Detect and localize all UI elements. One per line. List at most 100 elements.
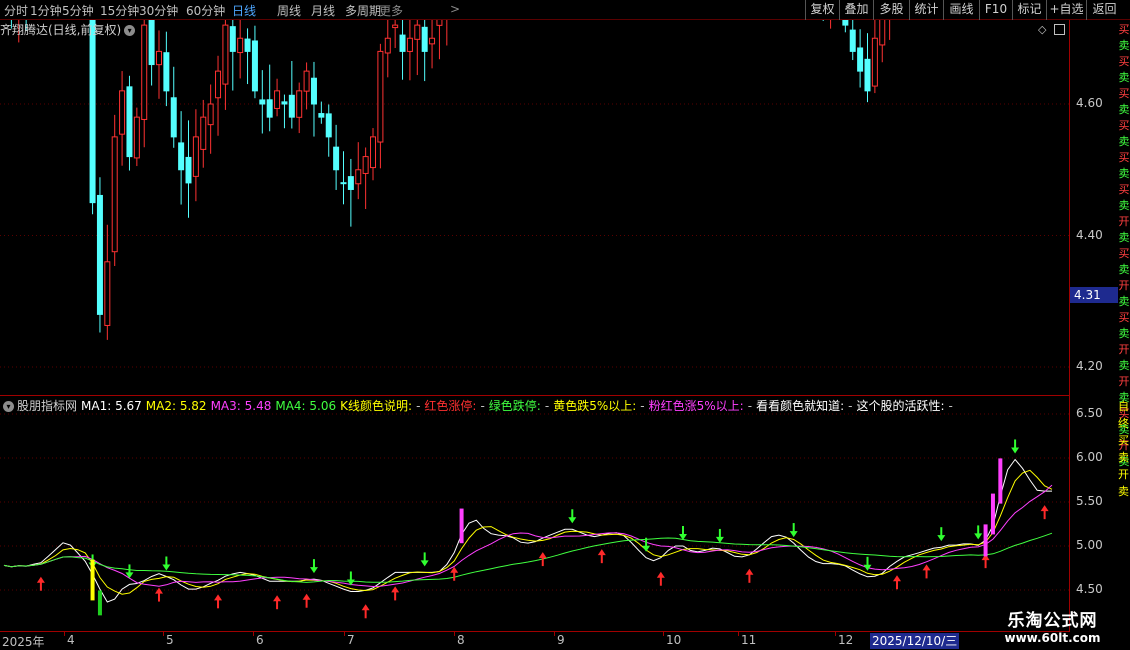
toolbar-button-2[interactable]: 多股 <box>873 0 909 20</box>
indicator-bg <box>0 396 1070 631</box>
candle-body <box>237 37 244 54</box>
period-tab-3[interactable]: 15分钟 <box>100 2 139 19</box>
indicator-item: MA2: 5.82 <box>145 399 207 413</box>
indicator-legend: ▾ 股朋指标网 MA1: 5.67 MA2: 5.82 MA3: 5.48 MA4: 5.… <box>0 397 953 415</box>
candle-body <box>244 38 251 52</box>
chevron-right-icon[interactable]: > <box>450 2 460 16</box>
toolbar-button-0[interactable]: 复权 <box>805 0 839 20</box>
candle-body <box>318 113 325 118</box>
signal-char: 卖 <box>1118 135 1130 148</box>
signal-char: 买 <box>1118 183 1130 196</box>
price-cursor-label: 4.31 <box>1070 286 1118 303</box>
limit-bar <box>998 458 1003 504</box>
candle <box>126 75 133 171</box>
indicator-chart[interactable] <box>0 396 1070 631</box>
period-tab-9[interactable]: 多周期 <box>345 2 381 19</box>
signal-char: 买 <box>1118 87 1130 100</box>
signal-char: 买 <box>1118 151 1130 164</box>
indicator-values: MA1: 5.67 MA2: 5.82 MA3: 5.48 MA4: 5.06 K线颜色… <box>77 399 953 413</box>
candle-body <box>414 24 421 40</box>
date-cursor-label: 2025/12/10/三 <box>870 633 960 649</box>
candle-body <box>170 97 177 138</box>
period-tab-4[interactable]: 30分钟 <box>139 2 178 19</box>
candle-body <box>333 146 340 171</box>
candle-body <box>355 169 362 185</box>
candle-body <box>296 90 303 118</box>
chart-bg <box>0 20 1070 396</box>
date-tick: 10 <box>666 633 682 647</box>
price-label: 4.20 <box>1076 359 1103 373</box>
indicator-item: MA1: 5.67 <box>81 399 142 413</box>
candlestick-chart[interactable] <box>0 20 1070 396</box>
candle-body <box>274 90 281 109</box>
period-toolbar: 分时 1分钟 5分钟 15分钟 30分钟 60分钟 日线 周线 月线 多周期 更多 > 复权 叠加 多股统… <box>0 0 1130 20</box>
candle-body <box>864 58 871 92</box>
period-tab-1[interactable]: 1分钟 <box>30 2 62 19</box>
candle-body <box>111 136 118 253</box>
candle-body <box>392 24 399 29</box>
period-tab-2[interactable]: 5分钟 <box>62 2 94 19</box>
indicator-item: 这个股的活跃性: <box>856 399 945 413</box>
date-tick: 12 <box>838 633 854 647</box>
indicator-price-label: 4.50 <box>1076 582 1103 596</box>
signal-char: 买 <box>1118 55 1130 68</box>
toolbar-button-3[interactable]: 统计 <box>909 0 943 20</box>
candle-body <box>215 70 222 99</box>
candle-body <box>857 47 864 72</box>
diamond-icon[interactable]: ◇ <box>1038 23 1046 36</box>
candle-body <box>200 116 207 150</box>
date-tick-mark <box>663 632 664 636</box>
candle-body <box>406 37 413 52</box>
window-icon[interactable] <box>1054 24 1065 35</box>
toolbar-button-1[interactable]: 叠加 <box>839 0 873 20</box>
indicator-item: - <box>544 399 550 413</box>
date-tick: 5 <box>166 633 174 647</box>
period-tab-7[interactable]: 周线 <box>277 2 301 19</box>
candle-body <box>185 156 192 184</box>
signal-char: 买 <box>1118 247 1130 260</box>
signal-char: 卖 <box>1118 295 1130 308</box>
indicator-item: - <box>416 399 421 413</box>
chevron-down-icon[interactable]: ▾ <box>3 401 14 412</box>
chevron-down-icon[interactable]: ▾ <box>124 25 136 36</box>
limit-bar <box>990 493 995 535</box>
date-tick: 7 <box>347 633 355 647</box>
signal-char: 卖 <box>1118 71 1130 84</box>
period-tab-5[interactable]: 60分钟 <box>186 2 225 19</box>
period-tab-0[interactable]: 分时 <box>4 2 28 19</box>
candle-body <box>126 86 133 158</box>
period-tab-6[interactable]: 日线 <box>232 2 256 19</box>
indicator-price-label: 6.50 <box>1076 406 1103 420</box>
toolbar-button-7[interactable]: +自选 <box>1046 0 1086 20</box>
signal-char: 开 <box>1118 375 1130 388</box>
toolbar-button-8[interactable]: 返回 <box>1086 0 1122 20</box>
candle-body <box>192 136 199 177</box>
signal-char: 卖 <box>1118 167 1130 180</box>
date-tick: 6 <box>256 633 264 647</box>
candle-body <box>436 20 443 26</box>
period-tab-10[interactable]: 更多 <box>379 2 403 19</box>
signal-char: 买 <box>1118 311 1130 324</box>
candle-body <box>89 20 96 204</box>
candle-body <box>104 261 111 326</box>
date-tick-mark <box>454 632 455 636</box>
candle-body <box>229 26 236 52</box>
candle-body <box>178 142 185 171</box>
toolbar-button-6[interactable]: 标记 <box>1012 0 1046 20</box>
candle-body <box>251 40 258 92</box>
date-tick-mark <box>163 632 164 636</box>
stock-title: 齐翔腾达(日线,前复权) <box>0 23 122 37</box>
indicator-item: - <box>640 399 645 413</box>
main-panel-title[interactable]: 齐翔腾达(日线,前复权) ▾ <box>0 21 138 39</box>
candle <box>89 20 96 215</box>
indicator-item: 红色涨停: <box>424 399 477 413</box>
toolbar-button-4[interactable]: 画线 <box>943 0 979 20</box>
date-tick: 11 <box>741 633 757 647</box>
candle-body <box>384 37 391 54</box>
period-tab-8[interactable]: 月线 <box>311 2 335 19</box>
indicator-item: 看看颜色就知道: <box>756 399 845 413</box>
indicator-price-label: 5.00 <box>1076 538 1103 552</box>
date-tick-mark <box>253 632 254 636</box>
price-axis-indicator: 6.50 6.00 5.50 5.00 4.50 <box>1070 396 1118 631</box>
toolbar-button-5[interactable]: F10 <box>979 0 1012 20</box>
